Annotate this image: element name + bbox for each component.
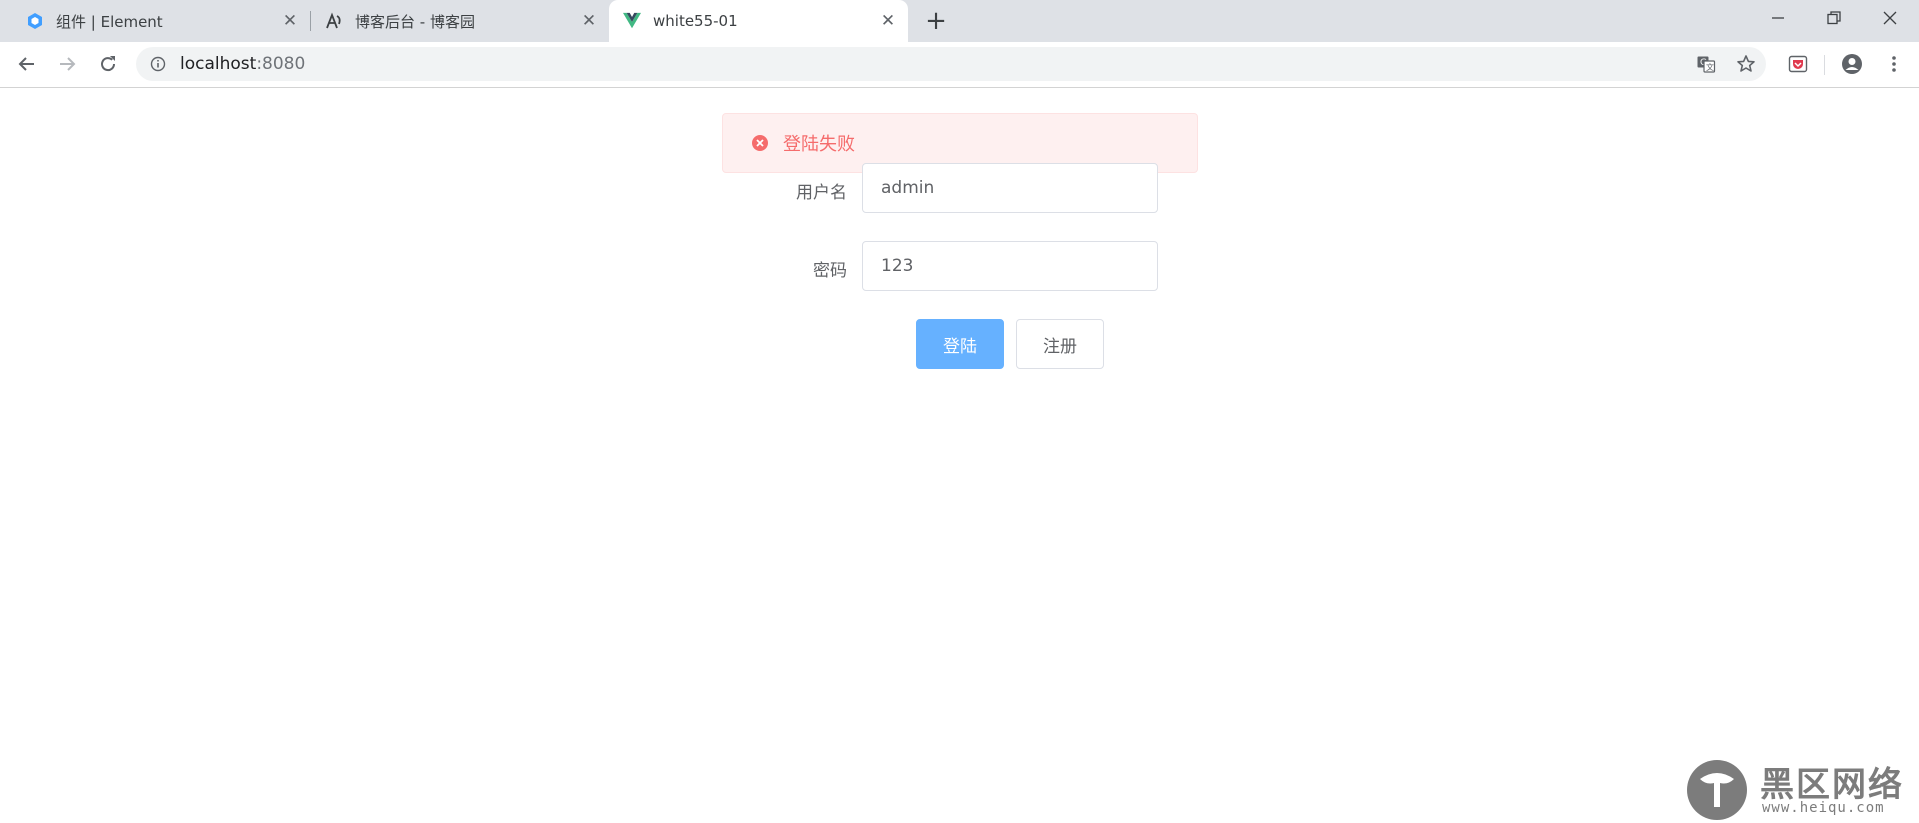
bookmark-star-icon[interactable] (1734, 52, 1758, 76)
toolbar-divider (1824, 55, 1825, 75)
close-tab-icon[interactable]: ✕ (282, 11, 298, 31)
error-message-text: 登陆失败 (783, 134, 855, 155)
error-circle-icon (752, 135, 768, 151)
minimize-button[interactable] (1750, 0, 1806, 36)
url-host: localhost (180, 54, 257, 74)
profile-avatar-icon[interactable] (1840, 52, 1864, 76)
forward-button[interactable] (52, 49, 82, 79)
translate-icon[interactable]: G文 (1694, 52, 1718, 76)
close-tab-icon[interactable]: ✕ (880, 11, 896, 31)
pocket-extension-icon[interactable] (1786, 52, 1810, 76)
tab-white55[interactable]: white55-01 ✕ (609, 0, 908, 42)
element-logo-icon (26, 12, 44, 30)
new-tab-button[interactable]: + (922, 6, 950, 36)
tab-title: white55-01 (653, 12, 738, 30)
reload-button[interactable] (93, 49, 123, 79)
username-input[interactable] (862, 163, 1158, 213)
username-label: 用户名 (796, 183, 847, 203)
forward-arrow-icon (60, 57, 76, 71)
close-tab-icon[interactable]: ✕ (581, 11, 597, 31)
site-watermark: 黑区网络 www.heiqu.com (1686, 757, 1919, 823)
watermark-text: 黑区网络 (1760, 765, 1904, 805)
browser-toolbar: localhost:8080 G文 (0, 42, 1919, 88)
vue-logo-icon (623, 12, 641, 30)
heiqu-logo-icon (1687, 760, 1747, 820)
browser-menu-icon[interactable] (1882, 52, 1906, 76)
browser-tab-strip: 组件 | Element ✕ 博客后台 - 博客园 ✕ white55-01 ✕… (0, 0, 1919, 42)
close-window-button[interactable] (1862, 0, 1918, 36)
password-label: 密码 (813, 261, 847, 281)
restore-button[interactable] (1806, 0, 1862, 36)
tab-title: 组件 | Element (56, 12, 163, 31)
tab-cnblogs[interactable]: 博客后台 - 博客园 ✕ (311, 0, 609, 42)
tab-title: 博客后台 - 博客园 (355, 12, 475, 31)
back-arrow-icon (18, 57, 34, 71)
tab-element[interactable]: 组件 | Element ✕ (0, 0, 310, 42)
register-button[interactable]: 注册 (1016, 319, 1104, 369)
password-input[interactable] (862, 241, 1158, 291)
url-port: :8080 (256, 54, 306, 74)
watermark-url: www.heiqu.com (1762, 800, 1885, 816)
back-button[interactable] (12, 49, 42, 79)
cnblogs-logo-icon (325, 12, 343, 30)
login-button[interactable]: 登陆 (916, 319, 1004, 369)
svg-text:文: 文 (1706, 62, 1714, 72)
site-info-icon[interactable] (150, 56, 166, 72)
address-bar[interactable]: localhost:8080 (136, 47, 1766, 81)
reload-icon (101, 56, 116, 72)
